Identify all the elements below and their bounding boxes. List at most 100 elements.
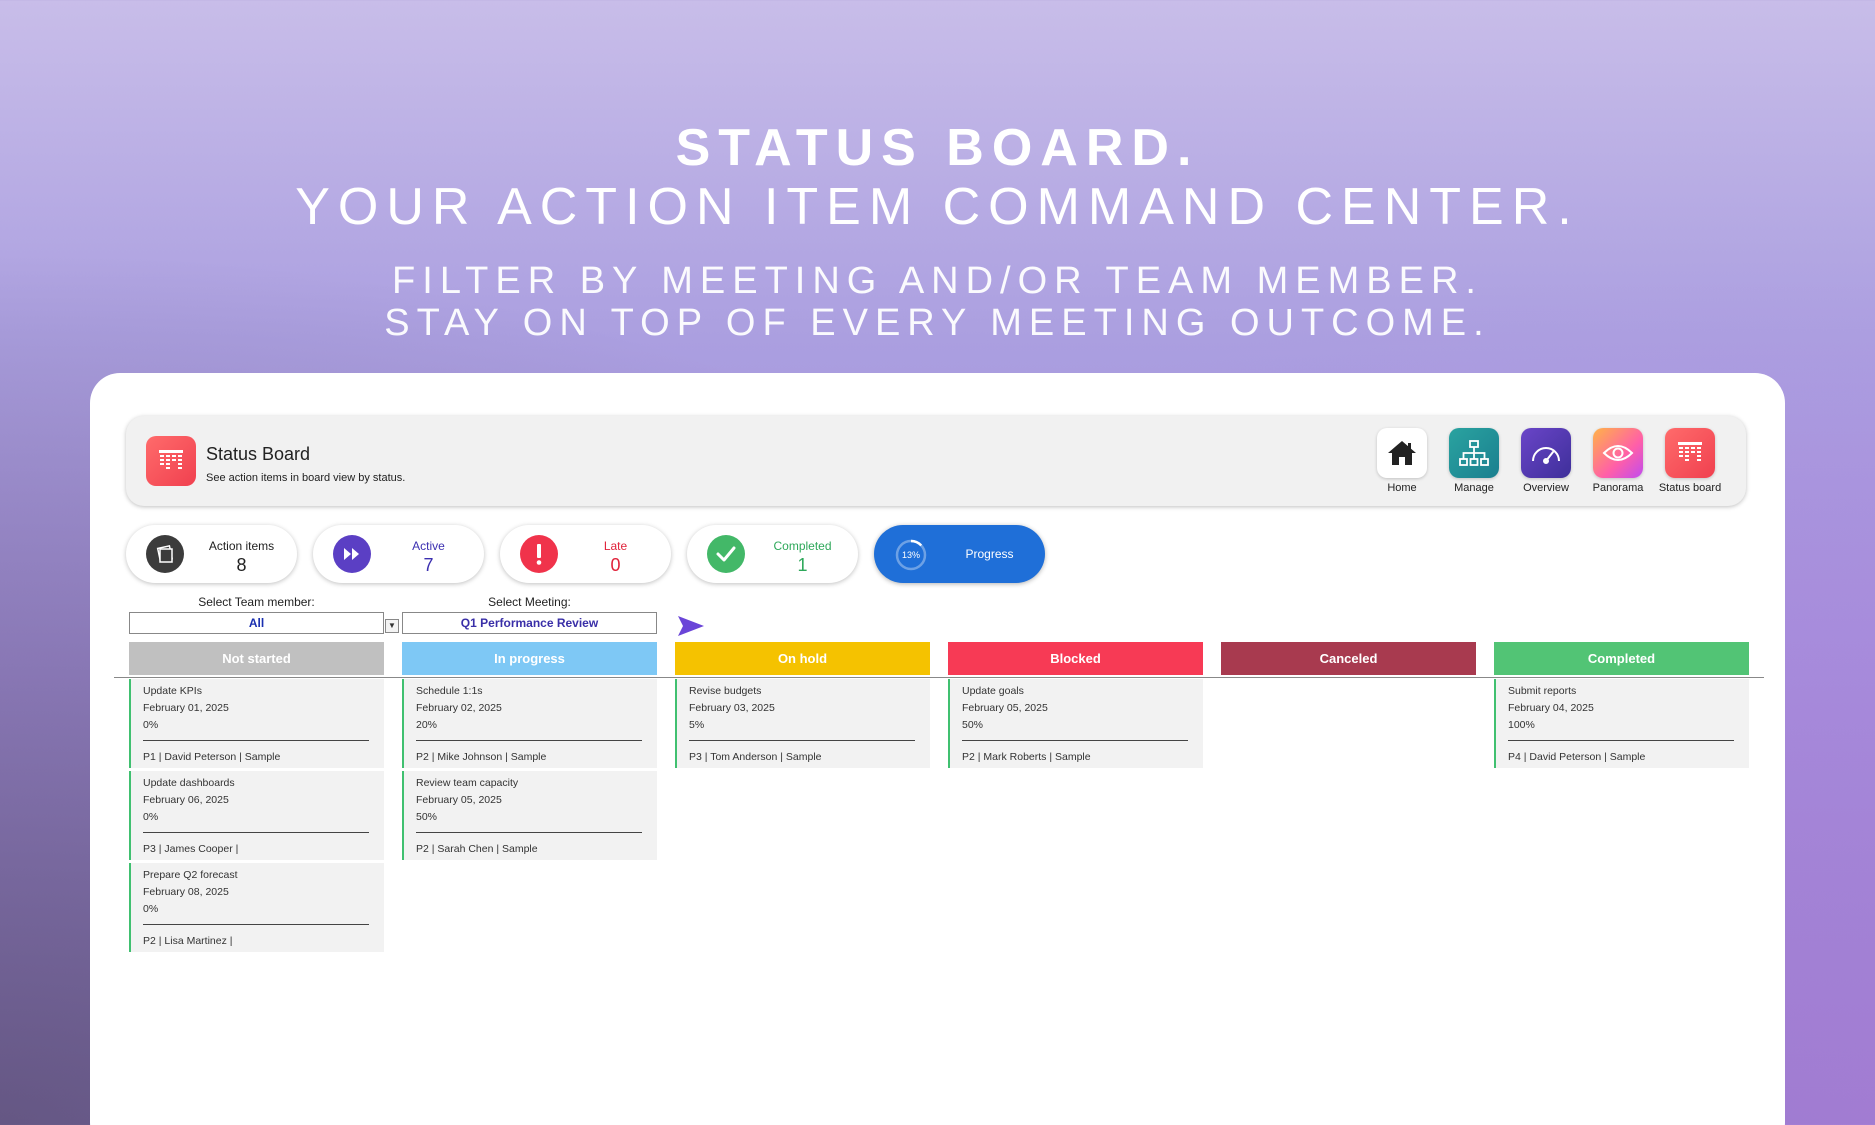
column-header-canceled: Canceled bbox=[1221, 642, 1476, 675]
kpi-label: Progress bbox=[965, 547, 1014, 561]
divider bbox=[1508, 740, 1734, 741]
card-meta: P3 | Tom Anderson | Sample bbox=[689, 751, 822, 763]
card-percent: 0% bbox=[143, 811, 159, 823]
column-on-hold: Revise budgets February 03, 2025 5% P3 | To… bbox=[675, 679, 930, 771]
divider bbox=[416, 832, 642, 833]
kpi-label: Action items bbox=[208, 539, 275, 553]
kpi-completed: Completed 1 bbox=[687, 525, 858, 583]
hero-section: STATUS BOARD. YOUR ACTION ITEM COMMAND C… bbox=[0, 118, 1875, 344]
card-percent: 0% bbox=[143, 903, 159, 915]
card-title: Submit reports bbox=[1508, 685, 1577, 697]
team-filter-label: Select Team member: bbox=[198, 595, 315, 609]
kpi-row: Action items 8 Active 7 Late 0 Completed… bbox=[126, 525, 1045, 583]
hero-subtitle-1: FILTER BY MEETING AND/OR TEAM MEMBER. bbox=[392, 260, 1483, 302]
column-header-in-progress: In progress bbox=[402, 642, 657, 675]
action-item-card[interactable]: Update goals February 05, 2025 50% P2 | Mar… bbox=[948, 679, 1203, 768]
meeting-filter-label: Select Meeting: bbox=[488, 595, 571, 609]
team-filter-select[interactable]: All bbox=[129, 612, 384, 634]
divider bbox=[416, 740, 642, 741]
divider bbox=[114, 677, 1764, 678]
column-header-on-hold: On hold bbox=[675, 642, 930, 675]
card-title: Schedule 1:1s bbox=[416, 685, 483, 697]
check-icon bbox=[707, 535, 745, 573]
divider bbox=[962, 740, 1188, 741]
kpi-active: Active 7 bbox=[313, 525, 484, 583]
card-title: Update goals bbox=[962, 685, 1024, 697]
send-arrow-icon[interactable] bbox=[676, 614, 706, 638]
column-header-blocked: Blocked bbox=[948, 642, 1203, 675]
nav-home[interactable]: Home bbox=[1376, 428, 1428, 494]
card-percent: 0% bbox=[143, 719, 159, 731]
org-chart-icon[interactable] bbox=[1449, 428, 1499, 478]
meeting-filter-select[interactable]: Q1 Performance Review bbox=[402, 612, 657, 634]
nav-overview[interactable]: Overview bbox=[1520, 428, 1572, 494]
card-date: February 05, 2025 bbox=[416, 794, 502, 806]
kpi-action-items: Action items 8 bbox=[126, 525, 297, 583]
hero-title: STATUS BOARD. bbox=[675, 119, 1200, 177]
hero-subtitle-2: STAY ON TOP OF EVERY MEETING OUTCOME. bbox=[384, 302, 1491, 344]
alert-icon bbox=[520, 535, 558, 573]
home-icon[interactable] bbox=[1377, 428, 1427, 478]
card-date: February 04, 2025 bbox=[1508, 702, 1594, 714]
eye-icon[interactable] bbox=[1593, 428, 1643, 478]
action-item-card[interactable]: Prepare Q2 forecast February 08, 2025 0% P2… bbox=[129, 863, 384, 952]
card-meta: P2 | Lisa Martinez | bbox=[143, 935, 233, 947]
divider bbox=[143, 924, 369, 925]
card-percent: 100% bbox=[1508, 719, 1535, 731]
card-title: Update dashboards bbox=[143, 777, 235, 789]
progress-percent: 13% bbox=[901, 550, 920, 560]
gauge-icon[interactable] bbox=[1521, 428, 1571, 478]
card-meta: P2 | Mike Johnson | Sample bbox=[416, 751, 547, 763]
status-board-icon[interactable] bbox=[1665, 428, 1715, 478]
action-item-card[interactable]: Review team capacity February 05, 2025 50%… bbox=[402, 771, 657, 860]
card-date: February 08, 2025 bbox=[143, 886, 229, 898]
action-item-card[interactable]: Schedule 1:1s February 02, 2025 20% P2 | Mi… bbox=[402, 679, 657, 768]
filters: Select Team member: All ▼ Select Meeting… bbox=[129, 595, 1749, 638]
card-title: Review team capacity bbox=[416, 777, 519, 789]
card-date: February 03, 2025 bbox=[689, 702, 775, 714]
notes-icon bbox=[146, 535, 184, 573]
nav-status-board[interactable]: Status board bbox=[1659, 428, 1721, 494]
hero-tagline: YOUR ACTION ITEM COMMAND CENTER. bbox=[295, 178, 1580, 236]
action-item-card[interactable]: Revise budgets February 03, 2025 5% P3 | To… bbox=[675, 679, 930, 768]
column-in-progress: Schedule 1:1s February 02, 2025 20% P2 | Mi… bbox=[402, 679, 657, 863]
kpi-value: 1 bbox=[797, 555, 808, 575]
card-percent: 50% bbox=[416, 811, 438, 823]
kpi-label: Active bbox=[412, 539, 445, 553]
action-item-card[interactable]: Update dashboards February 06, 2025 0% P3 |… bbox=[129, 771, 384, 860]
app-window: Status Board See action items in board v… bbox=[90, 373, 1785, 1125]
kpi-late: Late 0 bbox=[500, 525, 671, 583]
card-date: February 01, 2025 bbox=[143, 702, 229, 714]
column-header-not-started: Not started bbox=[129, 642, 384, 675]
kpi-value: 7 bbox=[423, 555, 434, 575]
card-meta: P1 | David Peterson | Sample bbox=[143, 751, 281, 763]
card-meta: P2 | Sarah Chen | Sample bbox=[416, 843, 538, 855]
card-percent: 20% bbox=[416, 719, 438, 731]
page-title: Status Board bbox=[206, 444, 311, 464]
card-date: February 02, 2025 bbox=[416, 702, 502, 714]
kpi-label: Completed bbox=[773, 539, 832, 553]
card-meta: P3 | James Cooper | bbox=[143, 843, 239, 855]
card-date: February 06, 2025 bbox=[143, 794, 229, 806]
nav-manage[interactable]: Manage bbox=[1448, 428, 1500, 494]
card-percent: 5% bbox=[689, 719, 705, 731]
card-date: February 05, 2025 bbox=[962, 702, 1048, 714]
kpi-value: 0 bbox=[610, 555, 621, 575]
chevron-down-icon[interactable]: ▼ bbox=[385, 619, 399, 633]
status-board-icon bbox=[146, 436, 196, 486]
fast-forward-icon bbox=[333, 535, 371, 573]
kpi-progress: 13% Progress bbox=[874, 525, 1045, 583]
action-item-card[interactable]: Update KPIs February 01, 2025 0% P1 | David… bbox=[129, 679, 384, 768]
page-subtitle: See action items in board view by status… bbox=[206, 472, 406, 484]
kpi-label: Late bbox=[603, 539, 628, 553]
kpi-value: 8 bbox=[236, 555, 247, 575]
card-title: Prepare Q2 forecast bbox=[143, 869, 238, 881]
divider bbox=[143, 740, 369, 741]
action-item-card[interactable]: Submit reports February 04, 2025 100% P4 | … bbox=[1494, 679, 1749, 768]
nav-panorama[interactable]: Panorama bbox=[1592, 428, 1644, 494]
divider bbox=[143, 832, 369, 833]
card-meta: P2 | Mark Roberts | Sample bbox=[962, 751, 1091, 763]
column-completed: Submit reports February 04, 2025 100% P4 | … bbox=[1494, 679, 1749, 771]
card-title: Revise budgets bbox=[689, 685, 762, 697]
column-header-completed: Completed bbox=[1494, 642, 1749, 675]
